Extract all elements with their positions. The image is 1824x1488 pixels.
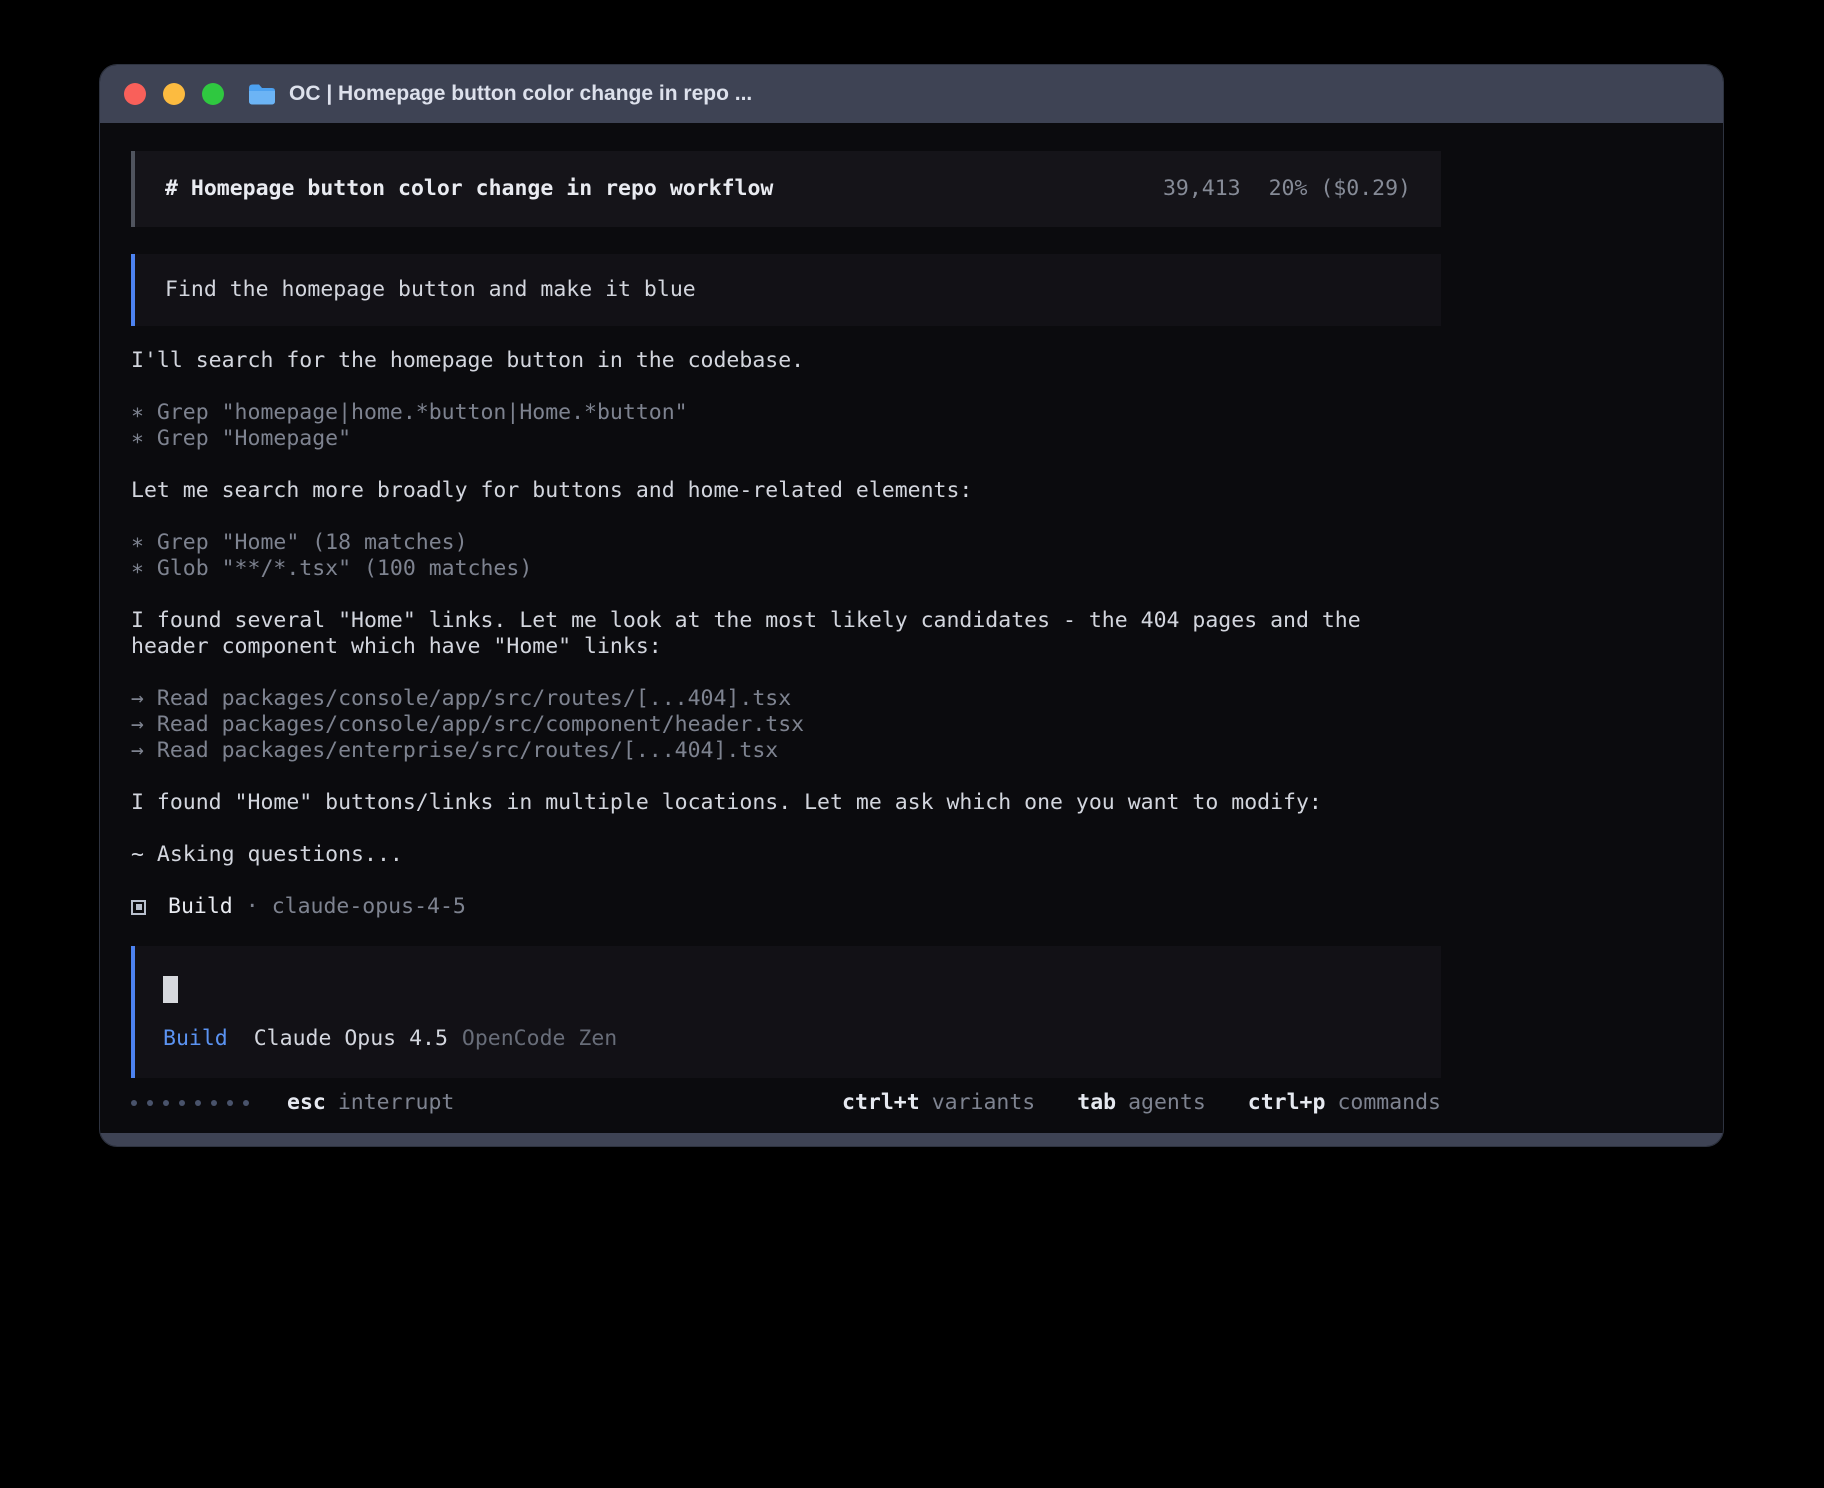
agent-line: Build · claude-opus-4-5 xyxy=(131,894,1441,920)
tool-call-grep: ∗ Grep "Homepage" xyxy=(131,426,1441,452)
assistant-text: I found several "Home" links. Let me loo… xyxy=(131,608,1441,660)
agent-model: claude-opus-4-5 xyxy=(272,894,466,920)
tool-call-read: → Read packages/console/app/src/routes/[… xyxy=(131,686,1441,712)
separator-dot: · xyxy=(246,894,259,920)
tool-call-grep: ∗ Grep "homepage|home.*button|Home.*butt… xyxy=(131,400,1441,426)
assistant-text: I'll search for the homepage button in t… xyxy=(131,348,1441,374)
variants-key: ctrl+t xyxy=(842,1090,920,1116)
zoom-button[interactable] xyxy=(202,83,224,105)
tool-call-grep: ∗ Grep "Home" (18 matches) xyxy=(131,530,1441,556)
text-cursor xyxy=(163,976,178,1003)
spinner-dots xyxy=(131,1100,249,1106)
agents-label: agents xyxy=(1128,1090,1206,1116)
esc-label: interrupt xyxy=(338,1090,455,1116)
user-message: Find the homepage button and make it blu… xyxy=(131,254,1441,326)
variants-label: variants xyxy=(932,1090,1036,1116)
provider-label: OpenCode Zen xyxy=(462,1026,617,1052)
tool-call-read: → Read packages/console/app/src/componen… xyxy=(131,712,1441,738)
token-count: 39,413 xyxy=(1163,176,1241,202)
commands-key: ctrl+p xyxy=(1248,1090,1326,1116)
assistant-text: I found "Home" buttons/links in multiple… xyxy=(131,790,1441,816)
hint-variants: ctrl+t variants xyxy=(842,1090,1035,1116)
hint-interrupt: esc interrupt xyxy=(287,1090,454,1116)
minimize-button[interactable] xyxy=(163,83,185,105)
user-message-text: Find the homepage button and make it blu… xyxy=(165,277,696,302)
commands-label: commands xyxy=(1337,1090,1441,1116)
session-stats: 39,413 20% ($0.29) xyxy=(1163,176,1411,202)
mode-label: Build xyxy=(163,1026,228,1052)
model-label: Claude Opus 4.5 xyxy=(254,1026,448,1052)
agent-name: Build xyxy=(168,894,233,920)
traffic-lights xyxy=(124,83,224,105)
context-cost: 20% ($0.29) xyxy=(1269,176,1411,202)
window-bottom-edge xyxy=(100,1133,1723,1146)
window-title: OC | Homepage button color change in rep… xyxy=(289,82,752,106)
tool-call-read: → Read packages/enterprise/src/routes/[.… xyxy=(131,738,1441,764)
folder-icon xyxy=(248,83,276,105)
tool-call-glob: ∗ Glob "**/*.tsx" (100 matches) xyxy=(131,556,1441,582)
status-bar: esc interrupt ctrl+t variants tab agents… xyxy=(131,1090,1441,1116)
status-line: ~ Asking questions... xyxy=(131,842,1441,868)
close-button[interactable] xyxy=(124,83,146,105)
hint-agents: tab agents xyxy=(1077,1090,1206,1116)
agent-icon xyxy=(131,900,146,915)
terminal-window: OC | Homepage button color change in rep… xyxy=(99,64,1724,1147)
esc-key: esc xyxy=(287,1090,326,1116)
session-header: # Homepage button color change in repo w… xyxy=(131,151,1441,227)
assistant-text: Let me search more broadly for buttons a… xyxy=(131,478,1441,504)
session-title: # Homepage button color change in repo w… xyxy=(165,176,773,202)
conversation: I'll search for the homepage button in t… xyxy=(131,348,1441,920)
agents-key: tab xyxy=(1077,1090,1116,1116)
titlebar[interactable]: OC | Homepage button color change in rep… xyxy=(100,65,1723,123)
hint-commands: ctrl+p commands xyxy=(1248,1090,1441,1116)
prompt-input[interactable]: Build Claude Opus 4.5 OpenCode Zen xyxy=(131,946,1441,1078)
input-meta: Build Claude Opus 4.5 OpenCode Zen xyxy=(163,1026,1413,1052)
